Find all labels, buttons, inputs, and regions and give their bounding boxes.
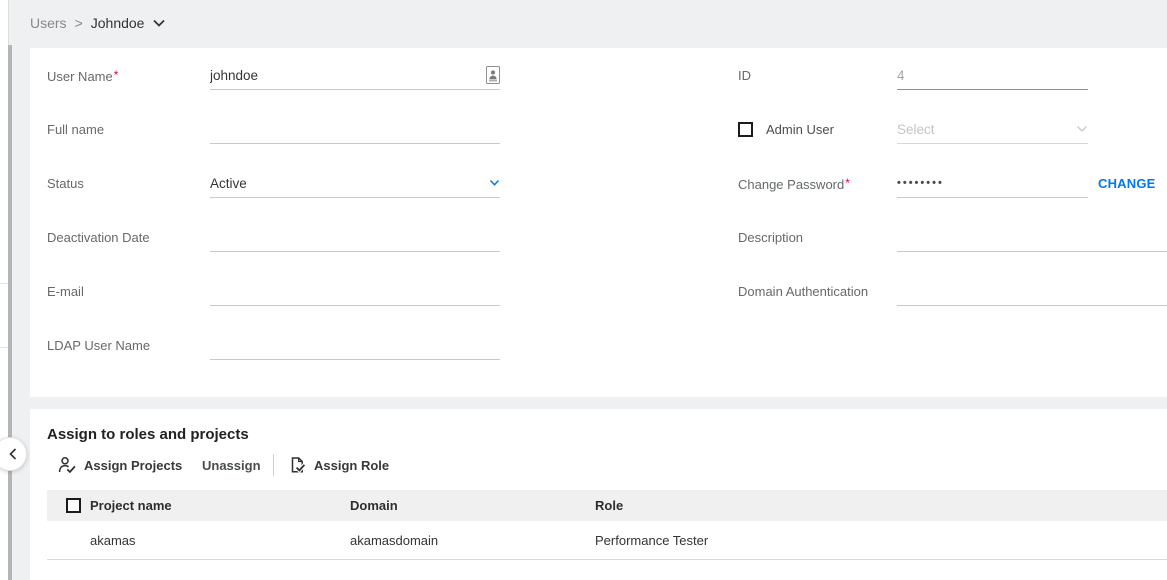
- column-header-project-name: Project name: [90, 498, 350, 513]
- change-password-button[interactable]: CHANGE: [1098, 169, 1156, 198]
- assign-roles-projects-card: Assign to roles and projects Assign Proj…: [30, 409, 1167, 580]
- required-asterisk: *: [845, 176, 850, 190]
- user-details-card: User Name* ID Full name: [30, 48, 1167, 397]
- breadcrumb-current-label: Johndoe: [91, 15, 145, 31]
- chevron-down-icon: [1076, 125, 1088, 133]
- assign-projects-icon: [58, 456, 76, 474]
- breadcrumb-separator: >: [75, 15, 83, 31]
- cell-domain: akamasdomain: [350, 533, 595, 548]
- table-row[interactable]: akamas akamasdomain Performance Tester: [47, 521, 1167, 560]
- table-header-row: Project name Domain Role: [47, 490, 1167, 521]
- id-row: ID: [30, 61, 1167, 90]
- description-row: Description: [30, 223, 1167, 252]
- unassign-label: Unassign: [202, 458, 261, 473]
- projects-roles-table: Project name Domain Role akamas akamasdo…: [47, 490, 1167, 560]
- assign-role-icon: [288, 456, 306, 474]
- description-label: Description: [738, 223, 908, 252]
- admin-user-row: Admin User: [30, 115, 1167, 144]
- cell-role: Performance Tester: [595, 533, 1167, 548]
- side-panel-divider: [0, 283, 8, 284]
- column-header-role: Role: [595, 498, 1167, 513]
- description-input[interactable]: [897, 227, 1167, 247]
- breadcrumb-current-dropdown[interactable]: Johndoe: [91, 15, 166, 31]
- chevron-down-icon: [153, 19, 165, 27]
- id-input: [897, 65, 1088, 85]
- assign-role-label: Assign Role: [314, 458, 389, 473]
- side-panel-divider: [0, 347, 8, 348]
- assign-projects-button[interactable]: Assign Projects: [58, 450, 182, 480]
- admin-user-checkbox[interactable]: [738, 122, 753, 137]
- ldap-user-name-input[interactable]: [210, 335, 500, 355]
- id-label: ID: [738, 61, 908, 90]
- domain-authentication-label: Domain Authentication: [738, 277, 908, 306]
- collapsed-side-panel: [0, 0, 8, 580]
- ldap-user-name-label: LDAP User Name: [47, 331, 217, 360]
- admin-user-select: [897, 119, 1076, 139]
- panel-scrollbar[interactable]: [8, 45, 12, 580]
- panel-divider-line: [8, 0, 9, 45]
- unassign-button[interactable]: Unassign: [202, 450, 261, 480]
- column-header-domain: Domain: [350, 498, 595, 513]
- assign-section-title: Assign to roles and projects: [47, 426, 249, 443]
- chevron-left-icon: [9, 448, 17, 460]
- assign-role-button[interactable]: Assign Role: [288, 450, 389, 480]
- ldap-user-name-row: LDAP User Name: [30, 331, 1167, 360]
- assign-projects-label: Assign Projects: [84, 458, 182, 473]
- breadcrumb: Users > Johndoe: [30, 13, 165, 33]
- password-masked-value: ••••••••: [897, 177, 1088, 189]
- change-password-row: Change Password* •••••••• CHANGE: [30, 169, 1167, 198]
- admin-user-label: Admin User: [766, 122, 834, 137]
- toolbar-divider: [273, 454, 274, 476]
- change-password-label: Change Password*: [738, 169, 908, 199]
- assign-toolbar: Assign Projects Unassign Assign Role: [30, 450, 1167, 480]
- cell-project-name: akamas: [90, 533, 350, 548]
- domain-authentication-input[interactable]: [897, 281, 1167, 301]
- domain-authentication-row: Domain Authentication: [30, 277, 1167, 306]
- breadcrumb-users-link[interactable]: Users: [30, 15, 67, 31]
- select-all-checkbox[interactable]: [66, 498, 81, 513]
- panel-collapse-button[interactable]: [0, 437, 27, 471]
